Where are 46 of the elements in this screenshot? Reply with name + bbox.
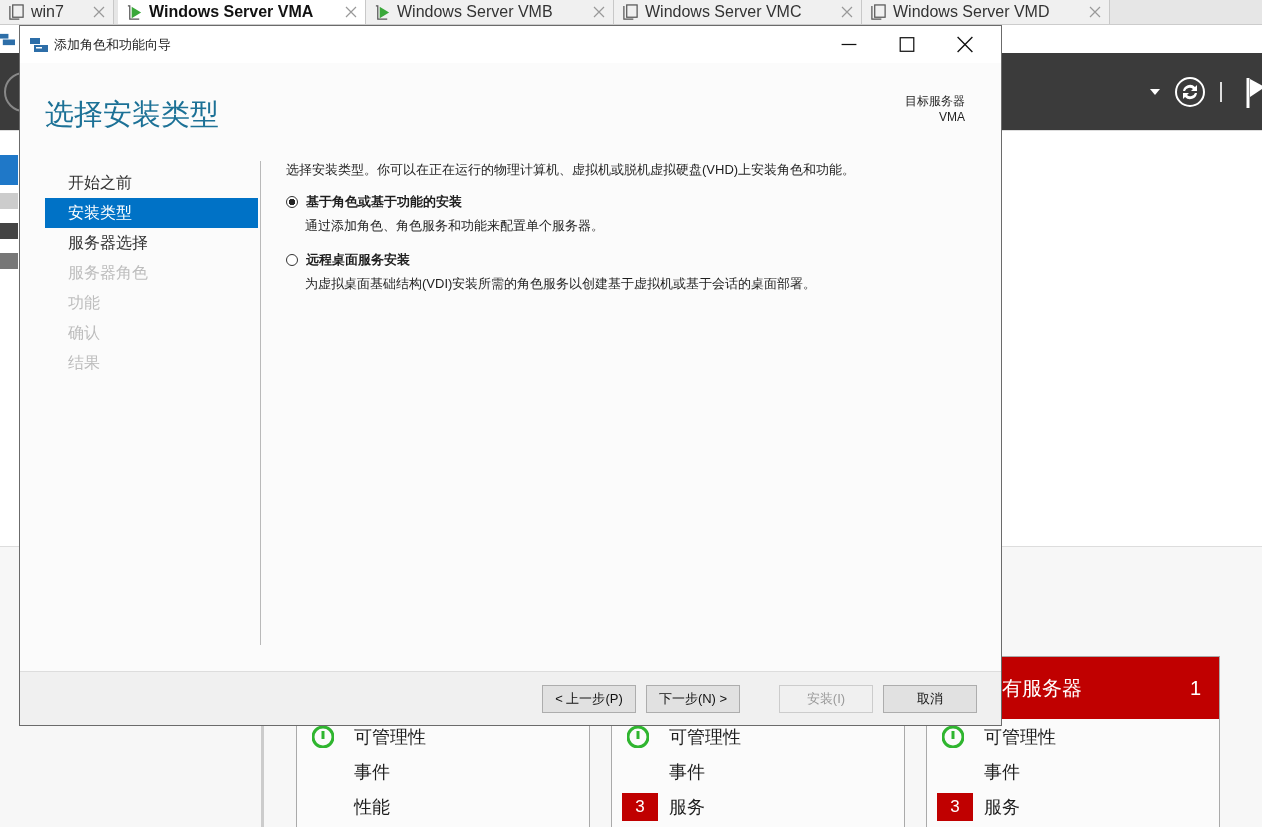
radio-button[interactable] bbox=[286, 254, 298, 266]
vm-tab[interactable]: Windows Server VMB bbox=[366, 0, 614, 24]
card-item[interactable]: 事件 bbox=[354, 759, 390, 784]
card-title: 有服务器 bbox=[1002, 675, 1082, 701]
vm-tab[interactable]: Windows Server VMD bbox=[862, 0, 1110, 24]
page-heading: 选择安装类型 bbox=[45, 97, 219, 132]
running-vm-icon bbox=[374, 3, 391, 21]
option-description: 为虚拟桌面基础结构(VDI)安装所需的角色服务以创建基于虚拟机或基于会话的桌面部署。 bbox=[305, 275, 818, 293]
wizard-step[interactable]: 安装类型 bbox=[45, 198, 258, 228]
option-label[interactable]: 基于角色或基于功能的安装 bbox=[306, 193, 462, 211]
target-server-label: 目标服务器 bbox=[905, 93, 965, 109]
card-item[interactable]: 可管理性 bbox=[984, 724, 1056, 749]
flag-icon[interactable] bbox=[1246, 75, 1262, 108]
card-item[interactable]: 服务 bbox=[984, 794, 1020, 819]
instruction-text: 选择安装类型。你可以在正在运行的物理计算机、虚拟机或脱机虚拟硬盘(VHD)上安装角色和功能。 bbox=[286, 161, 856, 179]
alert-count[interactable]: 3 bbox=[622, 792, 658, 821]
refresh-icon[interactable] bbox=[1174, 75, 1206, 108]
window-title: 添加角色和功能向导 bbox=[54, 35, 172, 54]
server-count: 1 bbox=[1189, 676, 1201, 700]
target-server-name: VMA bbox=[939, 109, 965, 125]
vm-tab[interactable]: Windows Server VMC bbox=[614, 0, 862, 24]
card-item[interactable]: 可管理性 bbox=[354, 724, 426, 749]
vm-icon bbox=[622, 3, 639, 21]
card-item[interactable]: 服务 bbox=[669, 794, 705, 819]
vm-icon bbox=[870, 3, 887, 21]
vm-tab[interactable]: win7 bbox=[0, 0, 114, 24]
status-ok-icon bbox=[627, 725, 649, 748]
vm-tab[interactable]: Windows Server VMA bbox=[118, 0, 366, 24]
card-item[interactable]: 事件 bbox=[669, 759, 705, 784]
running-vm-icon bbox=[126, 3, 143, 21]
option-label[interactable]: 远程桌面服务安装 bbox=[306, 251, 410, 269]
card-item[interactable]: 可管理性 bbox=[669, 724, 741, 749]
caret-icon[interactable] bbox=[1150, 88, 1160, 95]
option-description: 通过添加角色、角色服务和功能来配置单个服务器。 bbox=[305, 217, 605, 235]
wizard-step[interactable]: 开始之前 bbox=[45, 168, 258, 198]
vm-icon bbox=[8, 3, 25, 21]
status-ok-icon bbox=[312, 725, 334, 748]
card-item[interactable]: 事件 bbox=[984, 759, 1020, 784]
alert-count[interactable]: 3 bbox=[937, 792, 973, 821]
dialog-button[interactable]: 下一步(N) > bbox=[646, 684, 740, 713]
radio-button[interactable] bbox=[286, 196, 298, 208]
status-ok-icon bbox=[942, 725, 964, 748]
dialog-button[interactable]: < 上一步(P) bbox=[542, 684, 636, 713]
dialog-button[interactable]: 取消 bbox=[883, 684, 977, 713]
wizard-step[interactable]: 服务器选择 bbox=[45, 228, 258, 258]
card-item[interactable]: 性能 bbox=[354, 794, 390, 819]
